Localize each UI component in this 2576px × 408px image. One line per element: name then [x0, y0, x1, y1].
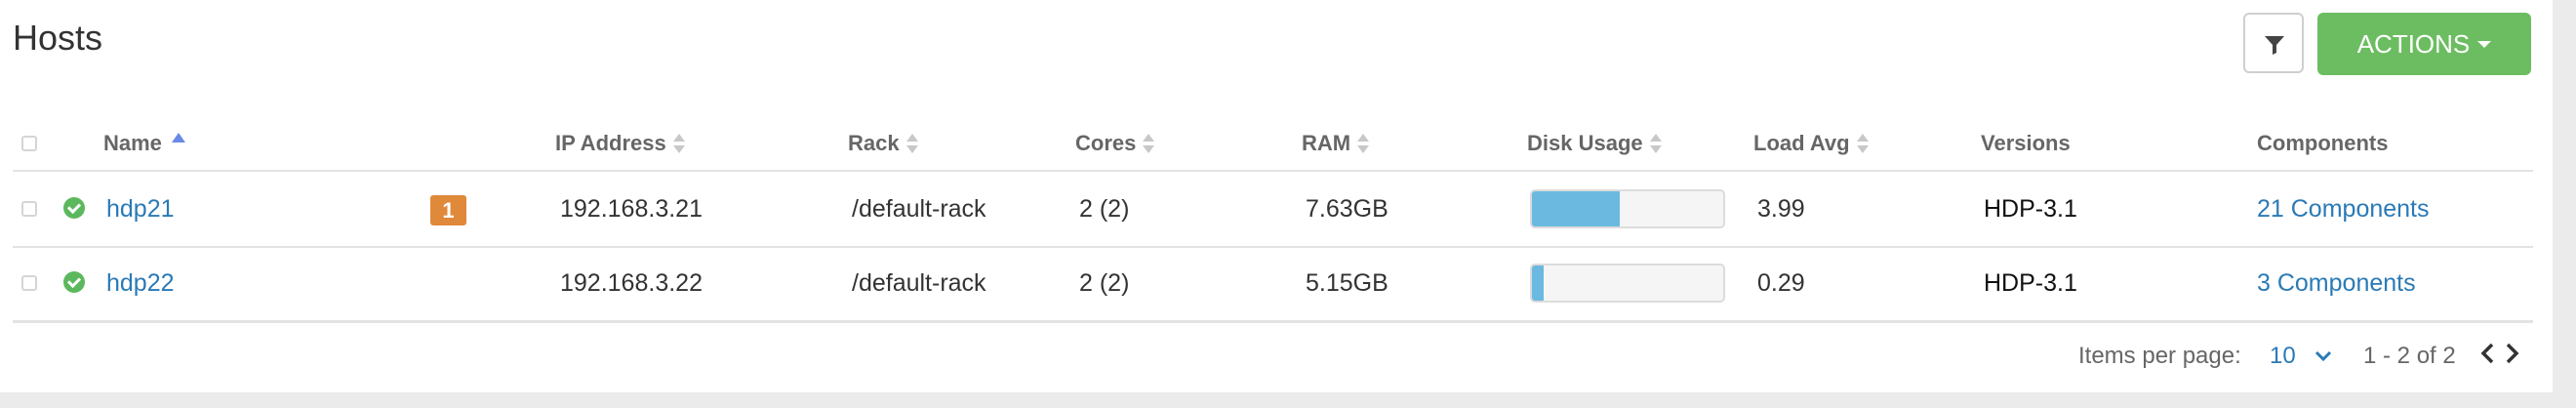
header-divider — [13, 170, 2533, 172]
filter-icon — [2265, 36, 2284, 55]
cores: 2 (2) — [1079, 195, 1130, 223]
ip-address: 192.168.3.21 — [560, 195, 703, 223]
sort-icon — [1649, 133, 1662, 154]
chevron-down-icon[interactable] — [2314, 346, 2333, 365]
cores: 2 (2) — [1079, 269, 1130, 297]
host-name-link[interactable]: hdp22 — [106, 269, 175, 298]
load-avg: 0.29 — [1757, 269, 1805, 297]
header-disk-usage[interactable]: Disk Usage — [1527, 131, 1662, 156]
disk-usage-fill — [1532, 191, 1621, 226]
sort-icon — [1357, 133, 1370, 154]
rack: /default-rack — [852, 195, 986, 223]
header-name[interactable]: Name — [103, 131, 185, 156]
version: HDP-3.1 — [1984, 269, 2077, 297]
header-rack[interactable]: Rack — [848, 131, 918, 156]
header-components: Components — [2257, 131, 2389, 155]
alert-count-badge[interactable]: 1 — [430, 195, 466, 225]
sort-icon — [1143, 133, 1155, 154]
disk-usage-bar — [1530, 264, 1725, 303]
sort-icon — [672, 133, 685, 154]
row-checkbox[interactable] — [21, 275, 37, 291]
components-link[interactable]: 21 Components — [2257, 195, 2430, 224]
ip-address: 192.168.3.22 — [560, 269, 703, 297]
disk-usage-fill — [1532, 265, 1544, 301]
header-load-avg[interactable]: Load Avg — [1753, 131, 1869, 156]
header-versions: Versions — [1981, 131, 2071, 155]
load-avg: 3.99 — [1757, 195, 1805, 223]
ram: 5.15GB — [1306, 269, 1389, 297]
header-ip-address[interactable]: IP Address — [555, 131, 685, 156]
status-ok-icon — [63, 197, 85, 219]
row-divider — [13, 246, 2533, 248]
chevron-right-icon[interactable] — [2502, 342, 2521, 365]
row-checkbox[interactable] — [21, 201, 37, 217]
ram: 7.63GB — [1306, 195, 1389, 223]
sort-ascending-icon — [171, 133, 185, 143]
version: HDP-3.1 — [1984, 195, 2077, 223]
actions-label: ACTIONS — [2356, 28, 2471, 59]
pagination-range: 1 - 2 of 2 — [2363, 343, 2456, 369]
host-name-link[interactable]: hdp21 — [106, 195, 175, 224]
sort-icon — [906, 133, 918, 154]
filter-button[interactable] — [2243, 13, 2304, 73]
sort-icon — [1856, 133, 1869, 154]
actions-button[interactable]: ACTIONS — [2317, 13, 2531, 75]
rack: /default-rack — [852, 269, 986, 297]
header-ram[interactable]: RAM — [1302, 131, 1370, 156]
items-per-page-label: Items per page: — [2078, 343, 2241, 369]
hosts-panel: Hosts ACTIONS Name IP Address Rack Cores… — [0, 0, 2553, 392]
disk-usage-bar — [1530, 189, 1725, 228]
status-ok-icon — [63, 271, 85, 293]
items-per-page-select[interactable]: 10 — [2270, 343, 2296, 370]
chevron-left-icon[interactable] — [2478, 342, 2498, 365]
components-link[interactable]: 3 Components — [2257, 269, 2416, 298]
table-bottom-divider — [13, 320, 2533, 323]
chevron-down-icon — [2477, 40, 2492, 48]
header-cores[interactable]: Cores — [1075, 131, 1155, 156]
page-title: Hosts — [13, 18, 103, 58]
select-all-checkbox[interactable] — [21, 136, 37, 151]
